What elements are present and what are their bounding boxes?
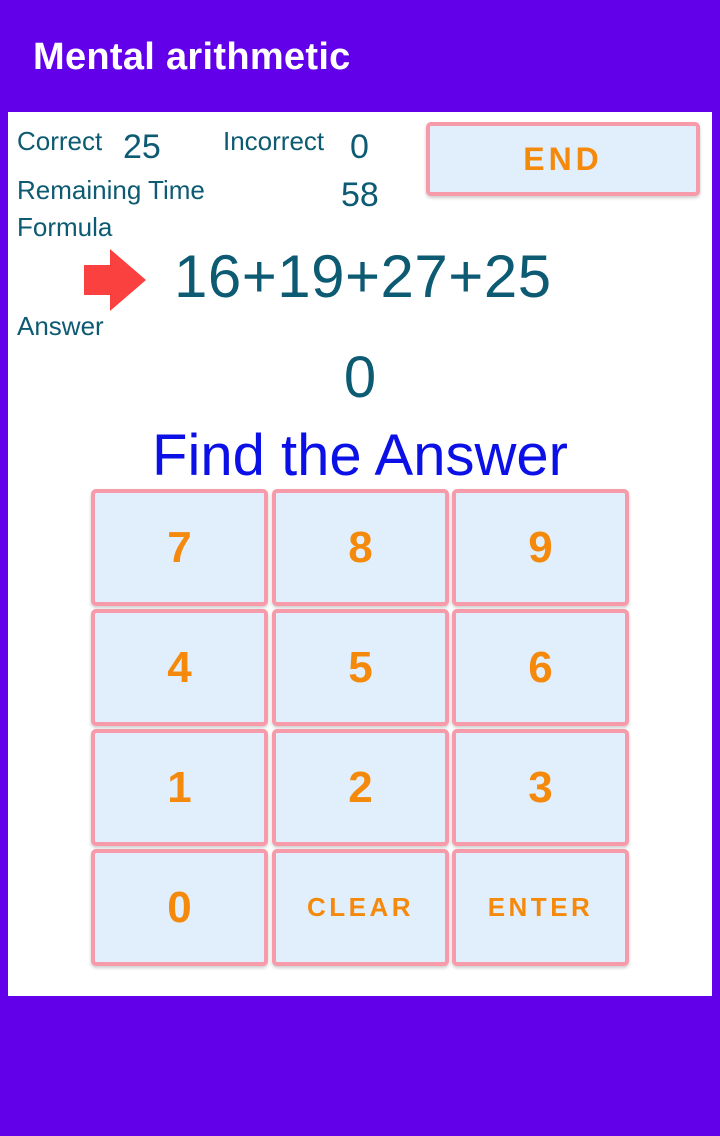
key-0[interactable]: 0 [91, 849, 268, 966]
game-panel: Correct 25 Incorrect 0 Remaining Time 58… [8, 112, 712, 996]
key-9[interactable]: 9 [452, 489, 629, 606]
remaining-time-value: 58 [341, 176, 379, 214]
incorrect-label: Incorrect [223, 126, 325, 156]
keypad: 7 8 9 4 5 6 1 2 3 0 CLEAR ENTER [91, 489, 631, 969]
key-2[interactable]: 2 [272, 729, 449, 846]
formula-expression: 16+19+27+25 [174, 243, 552, 310]
end-button[interactable]: END [426, 122, 700, 196]
key-6[interactable]: 6 [452, 609, 629, 726]
remaining-time-label: Remaining Time [17, 175, 205, 205]
enter-button[interactable]: ENTER [452, 849, 629, 966]
key-3[interactable]: 3 [452, 729, 629, 846]
key-4[interactable]: 4 [91, 609, 268, 726]
key-1[interactable]: 1 [91, 729, 268, 846]
app-title: Mental arithmetic [33, 36, 351, 78]
answer-label: Answer [17, 311, 104, 341]
formula-label: Formula [17, 212, 113, 242]
answer-display: 0 [343, 345, 377, 410]
clear-button[interactable]: CLEAR [272, 849, 449, 966]
incorrect-count: 0 [350, 128, 369, 166]
app-bar: Mental arithmetic [0, 0, 720, 112]
key-7[interactable]: 7 [91, 489, 268, 606]
prompt-text: Find the Answer [152, 423, 568, 488]
arrow-right-icon [84, 249, 146, 311]
correct-label: Correct [17, 126, 103, 156]
key-8[interactable]: 8 [272, 489, 449, 606]
correct-count: 25 [123, 128, 161, 166]
key-5[interactable]: 5 [272, 609, 449, 726]
